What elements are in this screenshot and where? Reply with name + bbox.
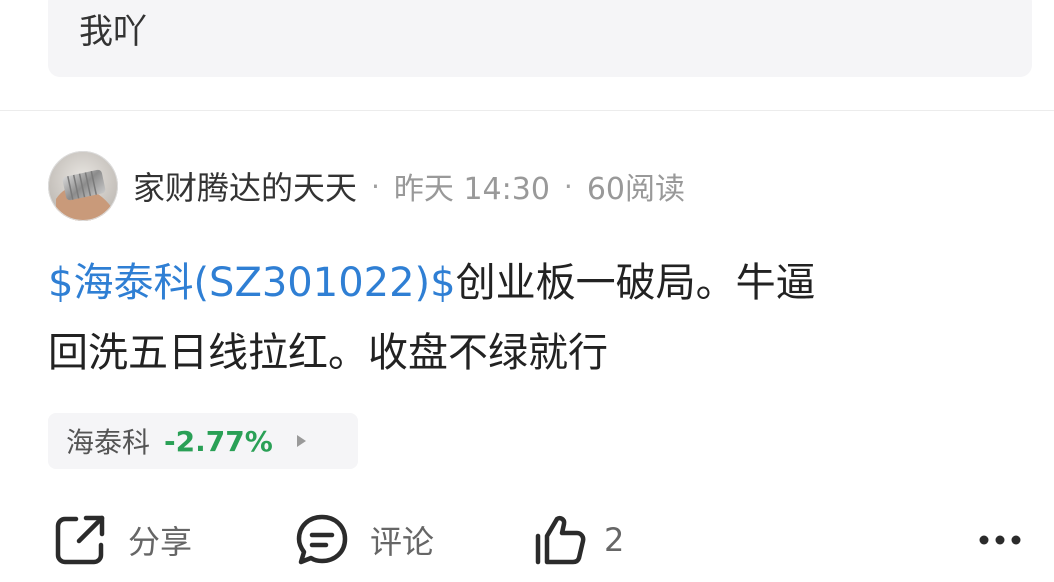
more-button[interactable] [976,505,1024,575]
like-count: 2 [604,521,625,559]
avatar-image [48,151,118,221]
stock-quote-chip[interactable]: 海泰科 -2.77% [48,413,358,469]
read-count: 60阅读 [586,172,686,207]
author-name[interactable]: 家财腾达的天天 [133,163,357,209]
post-time: 昨天 14:30 [393,172,550,207]
comment-button[interactable]: 评论 [294,505,434,575]
action-bar: 分享 评论 2 [0,505,1054,575]
post-content: $海泰科(SZ301022)$创业板一破局。牛逼 回洗五日线拉红。收盘不绿就行 [48,248,1008,388]
post-text-line: 创业板一破局。牛逼 [455,260,816,306]
share-label: 分享 [128,523,193,561]
post-text-line: 回洗五日线拉红。收盘不绿就行 [48,330,608,376]
chevron-right-icon [296,435,306,447]
thumbs-up-icon [535,515,586,565]
share-button[interactable]: 分享 [52,505,192,575]
stock-name: 海泰科 [66,426,151,459]
comment-icon [296,514,348,565]
post-header: 家财腾达的天天 · 昨天 14:30 · 60阅读 [48,150,685,222]
avatar[interactable] [48,151,118,221]
more-dots-icon [979,535,1021,545]
share-icon [55,515,105,565]
quoted-reply-box[interactable]: 我吖 [48,0,1032,77]
meta-separator: · [563,169,573,203]
like-button[interactable]: 2 [532,505,624,575]
quoted-reply-text: 我吖 [79,12,147,52]
comment-label: 评论 [370,523,435,561]
meta-separator: · [371,169,380,203]
divider [0,110,1054,111]
stock-change: -2.77% [164,424,273,458]
stock-mention-link[interactable]: $海泰科(SZ301022)$ [48,260,456,306]
